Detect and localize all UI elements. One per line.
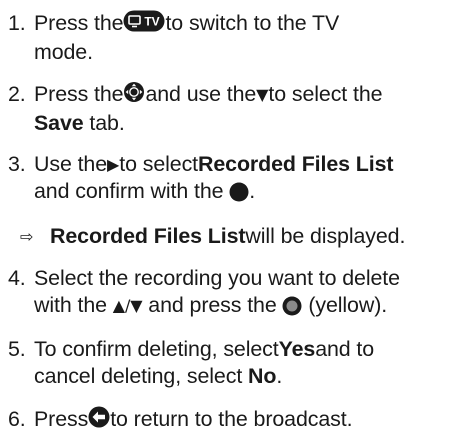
step-text: Press the — [34, 82, 124, 106]
step-text: to select — [119, 152, 199, 176]
step-text: (yellow). — [302, 293, 388, 317]
step-number: 2. — [8, 82, 26, 106]
step-text: and press the — [142, 293, 283, 317]
step-4: 4. Select the recording you want to dele… — [8, 265, 470, 323]
yellow-button-icon — [282, 296, 302, 323]
step-text: . — [276, 364, 283, 388]
save-tab-label: Save — [34, 111, 84, 135]
step-text: cancel deleting, select — [34, 364, 249, 388]
right-arrow-icon: ▶ — [107, 155, 120, 174]
step-6: 6. Press to return to the broadcast. — [8, 406, 470, 435]
step-number: 3. — [8, 152, 26, 176]
step-text: Press — [34, 407, 89, 431]
down-arrow-icon: ▼ — [256, 85, 269, 104]
step-text: and confirm with the — [34, 179, 230, 203]
step-5: 5. To confirm deleting, select Yes and t… — [8, 336, 470, 390]
no-option-label: No — [248, 364, 277, 388]
step-3: 3. Use the ▶ to select Recorded Files Li… — [8, 151, 470, 209]
yes-option-label: Yes — [278, 337, 316, 361]
step-text: with the — [34, 293, 113, 317]
instructions-page: 1. Press the TV to switch to the TV mode… — [0, 0, 476, 433]
step-number: 5. — [8, 337, 26, 361]
step-text: Use the — [34, 152, 108, 176]
step-text: mode. — [34, 40, 93, 64]
step-1: 1. Press the TV to switch to the TV mode… — [8, 10, 470, 66]
step-text: To confirm deleting, select — [34, 337, 279, 361]
step-continuation: cancel deleting, select No. — [8, 363, 470, 390]
step-text: . — [249, 179, 256, 203]
step-text: and to — [315, 337, 375, 361]
up-down-arrow-icon: ▲/▼ — [112, 296, 143, 315]
recorded-files-list-label: Recorded Files List — [50, 224, 246, 248]
tv-button-icon: TV — [123, 10, 165, 39]
step-text: Press the — [34, 11, 124, 35]
step-continuation: Save tab. — [8, 110, 470, 137]
step-2: 2. Press the and use the ▼ to select the… — [8, 81, 470, 137]
step-text: Select the recording you want to delete — [34, 266, 400, 290]
step-continuation: with the ▲/▼ and press the (yellow). — [8, 292, 470, 323]
step-number: 1. — [8, 11, 26, 35]
step-text: to switch to the TV — [165, 11, 340, 35]
step-text: will be displayed. — [245, 224, 406, 248]
step-text: and use the — [145, 82, 257, 106]
recorded-files-list-label: Recorded Files List — [198, 152, 394, 176]
step-text: tab. — [83, 111, 125, 135]
step-result: ⇨ Recorded Files List will be displayed. — [20, 223, 470, 250]
svg-text:TV: TV — [145, 15, 160, 29]
step-text: to return to the broadcast. — [110, 407, 353, 431]
step-text: to select the — [268, 82, 383, 106]
navigation-pad-icon — [123, 81, 145, 110]
ok-button-icon — [229, 182, 249, 209]
step-continuation: and confirm with the . — [8, 178, 470, 209]
step-number: 4. — [8, 266, 26, 290]
result-arrow-icon: ⇨ — [20, 227, 34, 246]
back-button-icon — [88, 406, 110, 435]
step-number: 6. — [8, 407, 26, 431]
